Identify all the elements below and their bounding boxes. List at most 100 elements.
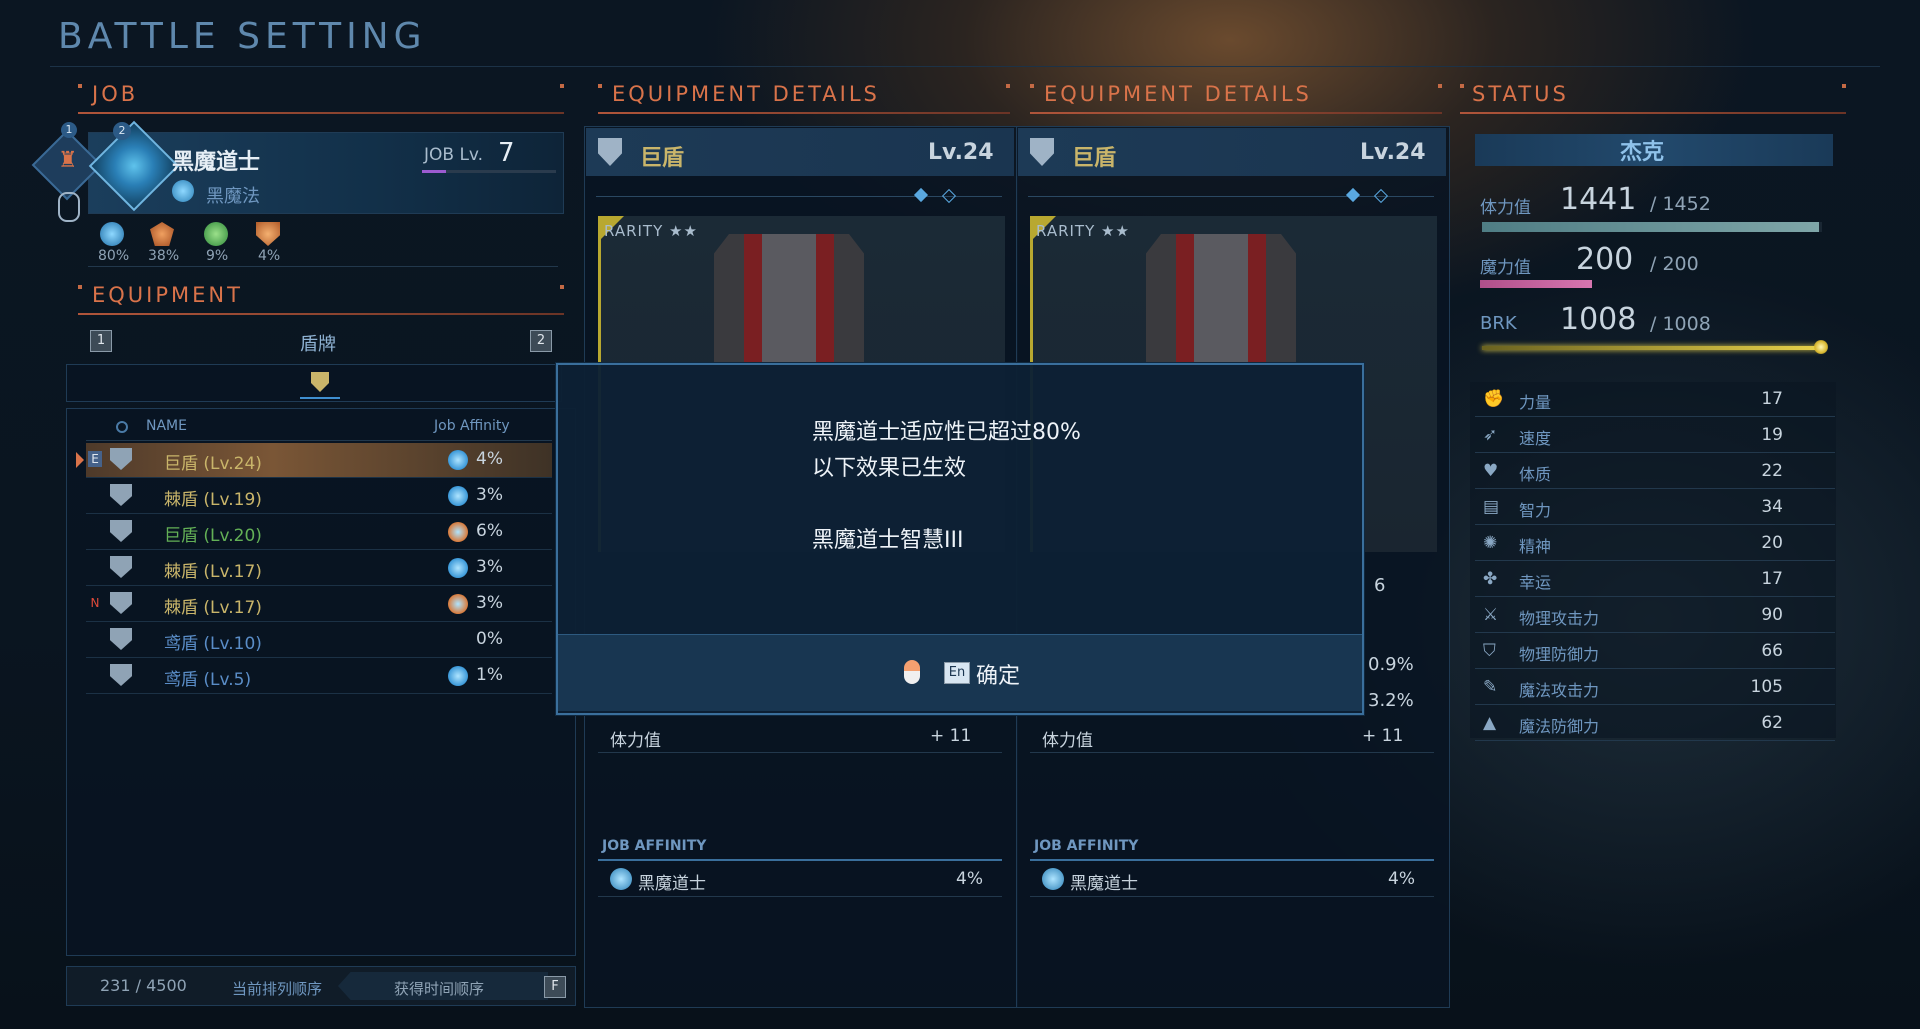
column-header-rule bbox=[86, 440, 552, 441]
hp-bonus-label: 体力值 bbox=[1042, 731, 1093, 751]
stat-label: 速度 bbox=[1519, 429, 1552, 448]
black-mage-affinity-icon bbox=[610, 868, 632, 890]
shield-icon bbox=[110, 484, 132, 506]
equipment-name: 巨盾 (Lv.24) bbox=[164, 454, 262, 474]
mp-value: 200 bbox=[1576, 242, 1634, 277]
stat-row: ▤ 智力 34 bbox=[1475, 490, 1835, 525]
details-header: EQUIPMENT DETAILS bbox=[612, 82, 880, 106]
stat-row: ⛉ 物理防御力 66 bbox=[1475, 634, 1835, 669]
dialog-message-line-1: 黑魔道士适应性已超过80% bbox=[812, 420, 1081, 445]
clover-icon: ✤ bbox=[1483, 569, 1498, 589]
mp-bar bbox=[1480, 280, 1592, 288]
gear-sort-icon[interactable] bbox=[116, 421, 128, 433]
stat-value: 17 bbox=[1761, 389, 1783, 409]
job-slot-1-number: 1 bbox=[61, 122, 77, 138]
stat-label: 力量 bbox=[1519, 393, 1552, 412]
equipment-row[interactable]: 鸢盾 (Lv.5) 1% bbox=[86, 659, 552, 694]
job-affinity-rule bbox=[598, 859, 1002, 861]
affinity-job-icon bbox=[448, 486, 468, 506]
equipment-name: 棘盾 (Lv.19) bbox=[164, 490, 262, 510]
details-side-value: 3.2% bbox=[1368, 690, 1414, 711]
mp-max: / 200 bbox=[1650, 253, 1699, 275]
affinity-value: 6% bbox=[476, 521, 503, 541]
job-subname: 黑魔法 bbox=[206, 186, 260, 207]
shield-icon bbox=[110, 520, 132, 542]
hat-icon: ▲ bbox=[1483, 713, 1497, 733]
affinity-value: 3% bbox=[476, 593, 503, 613]
speed-icon: ➶ bbox=[1483, 425, 1498, 445]
details-header: EQUIPMENT DETAILS bbox=[1044, 82, 1312, 106]
affinity-value: 80% bbox=[98, 248, 130, 264]
shield-item-image bbox=[714, 234, 864, 364]
column-affinity-header[interactable]: Job Affinity bbox=[434, 418, 510, 434]
stat-row-rule bbox=[598, 752, 1002, 753]
corner-mark bbox=[560, 84, 564, 88]
job-affinity-rule bbox=[1030, 859, 1434, 861]
hp-bonus-value: + 11 bbox=[930, 726, 972, 746]
job-affinity-header: JOB AFFINITY bbox=[1034, 838, 1139, 854]
equipment-row[interactable]: E 巨盾 (Lv.24) 4% bbox=[86, 443, 552, 478]
job-header: JOB bbox=[92, 82, 139, 106]
equipment-row[interactable]: 棘盾 (Lv.19) 3% bbox=[86, 479, 552, 514]
equipment-row[interactable]: N 棘盾 (Lv.17) 3% bbox=[86, 587, 552, 622]
stat-row: ✤ 幸运 17 bbox=[1475, 562, 1835, 597]
category-next-key[interactable]: 2 bbox=[530, 330, 552, 352]
job-level-value: 7 bbox=[498, 138, 515, 168]
badge-equipped: E bbox=[88, 451, 102, 467]
details-item-level: Lv.24 bbox=[1360, 140, 1426, 165]
stat-value: 105 bbox=[1750, 677, 1783, 697]
stat-label: 幸运 bbox=[1519, 573, 1552, 592]
stat-value: 17 bbox=[1761, 569, 1783, 589]
brk-max: / 1008 bbox=[1650, 313, 1711, 335]
category-prev-key[interactable]: 1 bbox=[90, 330, 112, 352]
dialog-message-line-2: 以下效果已生效 bbox=[812, 456, 967, 481]
corner-mark bbox=[1842, 84, 1846, 88]
brk-bar-fill bbox=[1482, 346, 1822, 350]
equipment-row[interactable]: 巨盾 (Lv.20) 6% bbox=[86, 515, 552, 550]
affinity-job-icon bbox=[448, 522, 468, 542]
sort-value: 获得时间顺序 bbox=[394, 980, 485, 998]
affinity-value: 4% bbox=[258, 248, 281, 264]
equipment-name: 棘盾 (Lv.17) bbox=[164, 562, 262, 582]
stat-row: ♥ 体质 22 bbox=[1475, 454, 1835, 489]
details-item-name: 巨盾 bbox=[640, 146, 685, 171]
details-side-value: 6 bbox=[1374, 575, 1386, 596]
category-tab-underline bbox=[300, 397, 340, 399]
confirm-button[interactable]: 确定 bbox=[976, 658, 1020, 690]
stat-value: 62 bbox=[1761, 713, 1783, 733]
stat-row: ➶ 速度 19 bbox=[1475, 418, 1835, 453]
stat-row-rule bbox=[1030, 752, 1434, 753]
equipment-name: 棘盾 (Lv.17) bbox=[164, 598, 262, 618]
black-mage-job-icon: ♜ bbox=[58, 148, 78, 173]
details-header-rule bbox=[598, 112, 1010, 114]
affinity-value: 1% bbox=[476, 665, 503, 685]
hp-value: 1441 bbox=[1560, 182, 1637, 217]
equipment-row[interactable]: 鸢盾 (Lv.10) 0% bbox=[86, 623, 552, 658]
equipment-header-rule bbox=[78, 313, 564, 315]
character-name: 杰克 bbox=[1620, 140, 1665, 165]
corner-mark bbox=[78, 84, 82, 88]
affinity-value: 3% bbox=[476, 485, 503, 505]
stat-label: 魔法防御力 bbox=[1519, 717, 1600, 736]
equipment-name: 鸢盾 (Lv.10) bbox=[164, 634, 262, 654]
stat-value: 66 bbox=[1761, 641, 1783, 661]
affinity-job-value: 4% bbox=[956, 869, 983, 889]
column-name-header[interactable]: NAME bbox=[146, 418, 187, 434]
affinity-job-icon bbox=[448, 558, 468, 578]
affinity-icon-orange-shield bbox=[256, 222, 280, 246]
stat-label: 智力 bbox=[1519, 501, 1552, 520]
sort-key[interactable]: F bbox=[544, 976, 566, 998]
mouse-click-icon bbox=[904, 660, 920, 684]
equipment-row[interactable]: 棘盾 (Lv.17) 3% bbox=[86, 551, 552, 586]
category-label: 盾牌 bbox=[300, 334, 336, 355]
affinity-value: 38% bbox=[148, 248, 180, 264]
affinity-job-name: 黑魔道士 bbox=[1070, 874, 1138, 894]
stat-value: 22 bbox=[1761, 461, 1783, 481]
mp-bar-fill bbox=[1480, 280, 1592, 288]
title-rule bbox=[50, 66, 1880, 67]
corner-mark bbox=[78, 285, 82, 289]
affinity-value: 4% bbox=[476, 449, 503, 469]
hp-bar bbox=[1482, 222, 1822, 232]
stat-row: ⚔ 物理攻击力 90 bbox=[1475, 598, 1835, 633]
page-title: BATTLE SETTING bbox=[58, 16, 427, 57]
